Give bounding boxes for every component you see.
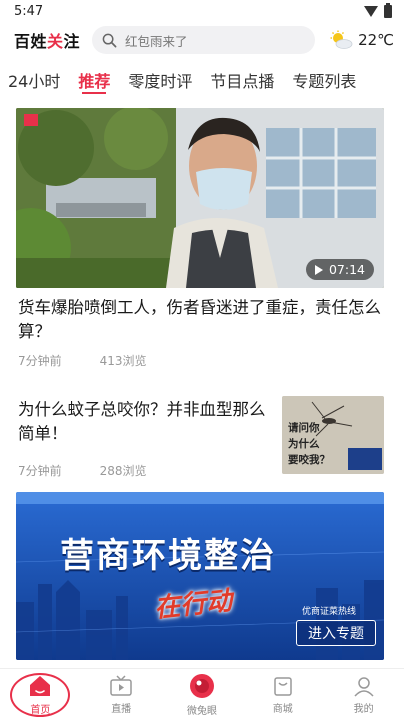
home-highlight-ring (10, 673, 70, 717)
nav-mall[interactable]: 商城 (242, 669, 323, 720)
nav-label: 商城 (272, 703, 293, 715)
nav-label: 直播 (111, 703, 132, 715)
play-icon (314, 264, 323, 275)
status-time: 5:47 (14, 3, 44, 19)
nav-home[interactable]: 首页 (0, 669, 81, 720)
video-duration: 07:14 (328, 262, 365, 277)
user-icon (354, 676, 374, 697)
article-title[interactable]: 为什么蚊子总咬你？并非血型那么简单！ (18, 398, 274, 446)
article-meta: 7分钟前 413浏览 (18, 352, 147, 369)
battery-icon (384, 2, 392, 18)
promo-banner[interactable]: 营商环境整治 在行动 优商证菜热线 进入专题 (16, 492, 384, 660)
article-thumbnail[interactable]: 请问你 为什么 要咬我？ (282, 396, 384, 474)
search-icon (102, 33, 117, 47)
nav-profile[interactable]: 我的 (323, 669, 404, 720)
article-meta: 7分钟前 288浏览 (18, 462, 147, 479)
bottom-nav: 首页 直播 微兔眼 商城 我的 (0, 668, 404, 720)
nav-label: 微兔眼 (186, 705, 217, 717)
article-title[interactable]: 货车爆胎喷倒工人，伤者昏迷进了重症，责任怎么算？ (18, 296, 386, 344)
eye-icon (189, 673, 214, 698)
wifi-icon (364, 5, 378, 17)
tab-24h[interactable]: 24小时 (8, 62, 60, 98)
tab-on-demand[interactable]: 节目点播 (210, 62, 274, 98)
category-tabs: 24小时 推荐 零度时评 节目点播 专题列表 (0, 62, 404, 98)
video-duration-badge: 07:14 (305, 259, 374, 280)
weather-widget[interactable]: 22℃ (329, 30, 394, 50)
nav-weitu-eye[interactable]: 微兔眼 (162, 669, 243, 720)
thumb-caption: 要咬我？ (288, 454, 330, 466)
search-bar[interactable]: 红包雨来了 (92, 26, 316, 54)
enter-topic-button[interactable]: 进入专题 (296, 620, 376, 646)
app-logo[interactable]: 百姓关注 (14, 28, 80, 52)
search-placeholder: 红包雨来了 (125, 33, 188, 49)
tab-topics[interactable]: 专题列表 (292, 62, 356, 98)
article-time: 7分钟前 (18, 464, 62, 478)
video-thumbnail[interactable]: 07:14 (16, 108, 384, 288)
thumb-caption: 为什么 (288, 438, 320, 450)
bag-icon (274, 676, 292, 696)
sun-cloud-icon (330, 30, 353, 49)
nav-live[interactable]: 直播 (81, 669, 162, 720)
nav-label: 我的 (353, 703, 374, 715)
status-icons (364, 2, 392, 18)
article-views: 288浏览 (99, 464, 147, 478)
status-bar: 5:47 (0, 0, 404, 22)
banner-hotline: 优商证菜热线 (302, 607, 357, 617)
article-time: 7分钟前 (18, 354, 62, 368)
tab-recommended[interactable]: 推荐 (78, 62, 110, 98)
app-header: 百姓关注 红包雨来了 22℃ (0, 22, 404, 58)
thumb-caption: 请问你 (288, 422, 320, 434)
tv-icon (110, 674, 132, 696)
article-views: 413浏览 (99, 354, 147, 368)
tab-commentary[interactable]: 零度时评 (128, 62, 192, 98)
weather-temp: 22℃ (358, 31, 394, 49)
banner-headline: 营商环境整治 (60, 536, 276, 576)
